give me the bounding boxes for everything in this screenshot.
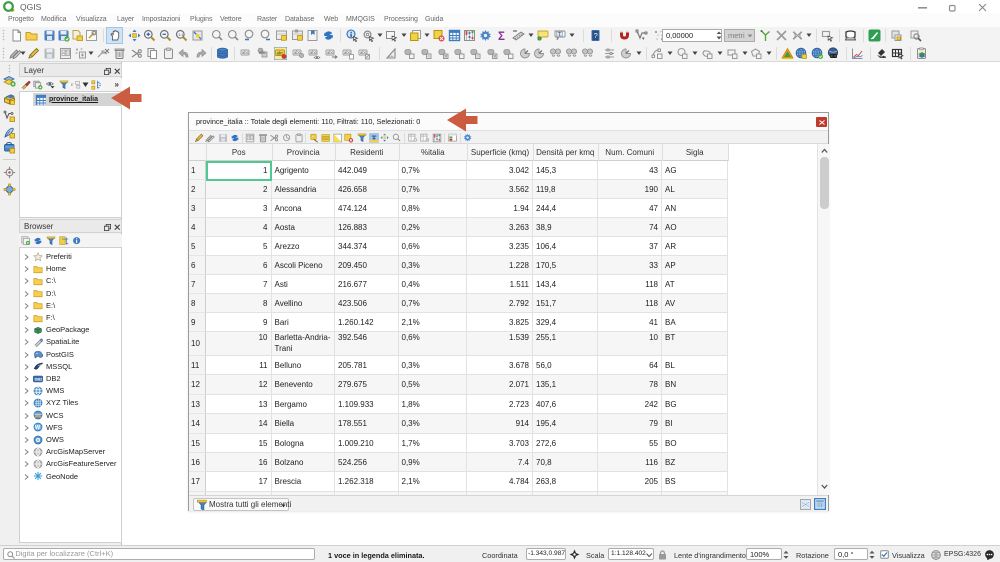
svg-text:abc: abc (327, 50, 334, 55)
svg-text:abc: abc (242, 50, 249, 55)
svg-text:1:1: 1:1 (178, 33, 183, 37)
svg-text:DB2: DB2 (35, 377, 43, 381)
svg-text:Σ: Σ (498, 31, 505, 42)
svg-text:T: T (558, 32, 561, 38)
svg-text:abc: abc (259, 50, 266, 55)
svg-text:W: W (35, 425, 41, 431)
svg-text:?: ? (594, 31, 598, 40)
svg-text:abc: abc (310, 50, 317, 55)
svg-text:ε: ε (71, 82, 74, 88)
svg-text:▾: ▾ (642, 36, 645, 42)
